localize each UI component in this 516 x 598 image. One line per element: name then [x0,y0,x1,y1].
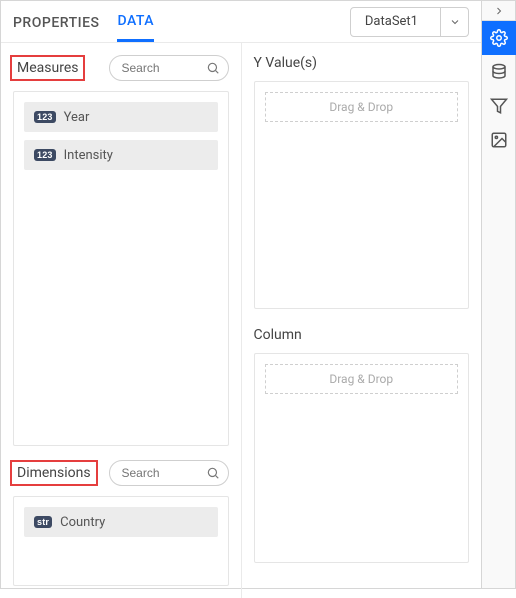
dimensions-list: str Country [13,496,229,586]
measures-search[interactable] [109,55,229,81]
field-item[interactable]: 123 Intensity [24,140,218,170]
numeric-type-icon: 123 [34,149,56,161]
filter-icon[interactable] [482,89,516,123]
string-type-icon: str [34,516,52,528]
side-toolbar [482,0,516,589]
column-heading: Column [254,327,470,343]
yvalues-dropzone[interactable]: Drag & Drop [265,92,459,122]
data-icon[interactable] [482,55,516,89]
field-item[interactable]: 123 Year [24,102,218,132]
numeric-type-icon: 123 [34,111,56,123]
image-icon[interactable] [482,123,516,157]
collapse-toggle[interactable] [482,1,515,21]
dataset-name: DataSet1 [351,14,440,29]
gear-icon[interactable] [482,21,516,55]
top-tabs: PROPERTIES DATA DataSet1 [1,1,481,43]
tab-properties[interactable]: PROPERTIES [13,3,99,41]
tab-data[interactable]: DATA [117,1,154,42]
search-icon [206,466,220,480]
yvalues-container: Drag & Drop [254,81,470,309]
dimensions-search[interactable] [109,460,229,486]
dataset-selector[interactable]: DataSet1 [350,7,469,37]
dimensions-search-input[interactable] [122,466,192,480]
yvalues-heading: Y Value(s) [254,55,470,71]
chevron-down-icon [440,8,468,36]
field-label: Country [60,515,105,530]
column-dropzone[interactable]: Drag & Drop [265,364,459,394]
measures-heading: Measures [13,58,82,78]
field-label: Intensity [64,148,113,163]
dimensions-heading: Dimensions [13,463,95,483]
field-item[interactable]: str Country [24,507,218,537]
search-icon [206,61,220,75]
measures-search-input[interactable] [122,61,192,75]
column-container: Drag & Drop [254,353,470,563]
measures-list: 123 Year 123 Intensity [13,91,229,446]
field-label: Year [64,110,90,125]
